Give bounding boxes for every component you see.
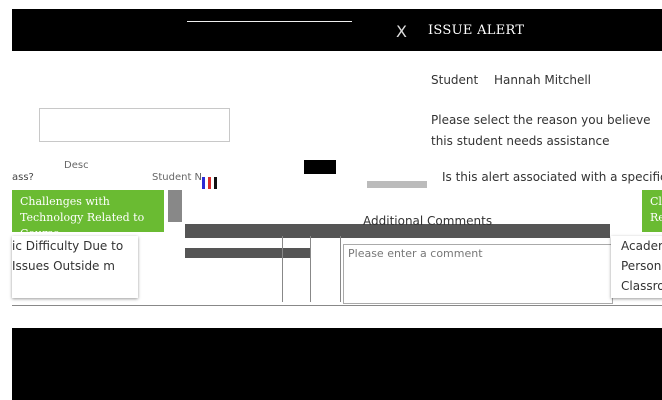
row-dark-segment bbox=[304, 160, 336, 174]
divider-line bbox=[340, 236, 341, 302]
modal-header-bar: X ISSUE ALERT bbox=[12, 9, 662, 51]
student-name: Hannah Mitchell bbox=[494, 73, 592, 87]
reason-card-academic-difficulty[interactable]: ic Difficulty Due to Issues Outside m bbox=[12, 236, 138, 298]
header-divider bbox=[187, 21, 352, 22]
tech-challenge-button[interactable]: Challenges with Technology Related to Co… bbox=[12, 190, 164, 240]
close-icon[interactable]: X bbox=[396, 22, 407, 41]
row-prefix: ass? bbox=[12, 172, 34, 183]
reason-card-academic-personal[interactable]: Academ Person Classro bbox=[611, 236, 662, 298]
additional-comments-label: Additional Comments bbox=[363, 214, 493, 228]
student-column-header: Student N bbox=[152, 172, 203, 183]
overlay-grey-block bbox=[168, 190, 182, 222]
overlay-dark-band-short bbox=[185, 248, 311, 258]
reason-button-right[interactable]: Cl Re bbox=[642, 190, 662, 232]
specific-class-question: Is this alert associated with a specific bbox=[442, 170, 662, 184]
modal-title: ISSUE ALERT bbox=[428, 23, 525, 38]
divider-line bbox=[282, 236, 283, 302]
student-label: Student bbox=[431, 73, 479, 87]
search-box[interactable] bbox=[39, 108, 230, 142]
row-grey-bar bbox=[367, 181, 427, 188]
course-color-bars bbox=[202, 174, 220, 189]
instructions-text: Please select the reason you believe thi… bbox=[431, 113, 651, 148]
modal-footer-bar bbox=[12, 328, 662, 400]
comment-field[interactable]: Please enter a comment bbox=[343, 244, 613, 304]
divider-line bbox=[310, 236, 311, 302]
course-column-header: Desc bbox=[64, 160, 89, 171]
divider-line bbox=[12, 305, 662, 306]
